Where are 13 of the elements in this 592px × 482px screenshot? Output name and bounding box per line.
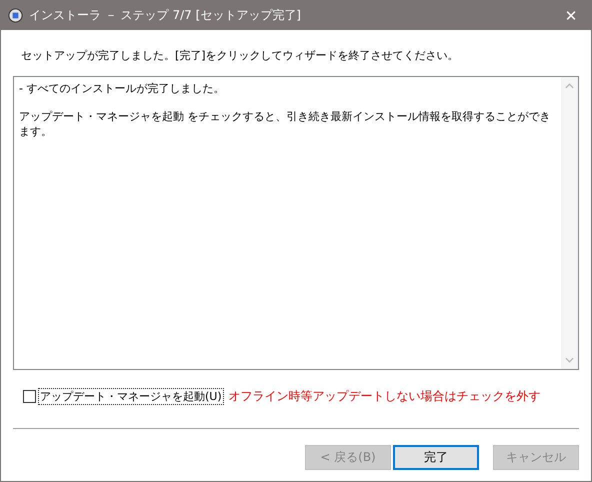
log-line: アップデート・マネージャを起動 をチェックすると、引き続き最新インストール情報を取得することができます。 <box>19 109 552 139</box>
instruction-text: セットアップが完了しました。[完了]をクリックしてウィザードを終了させてください。 <box>21 48 460 64</box>
checkbox-label[interactable]: アップデート・マネージャを起動(U) <box>38 388 224 404</box>
close-button[interactable]: ✕ <box>551 1 591 30</box>
scrollbar[interactable] <box>561 77 578 369</box>
scroll-up-icon[interactable] <box>565 83 574 89</box>
checkbox[interactable] <box>23 390 36 402</box>
scroll-down-icon[interactable] <box>565 357 574 363</box>
window-title: インストーラ － ステップ 7/7 [セットアップ完了] <box>29 7 302 24</box>
dialog-button[interactable]: 完了 <box>393 445 479 470</box>
warning-note: オフライン時等アップデートしない場合はチェックを外す <box>228 388 541 404</box>
app-icon <box>8 8 23 23</box>
log-line: - すべてのインストールが完了しました。 <box>19 81 226 96</box>
